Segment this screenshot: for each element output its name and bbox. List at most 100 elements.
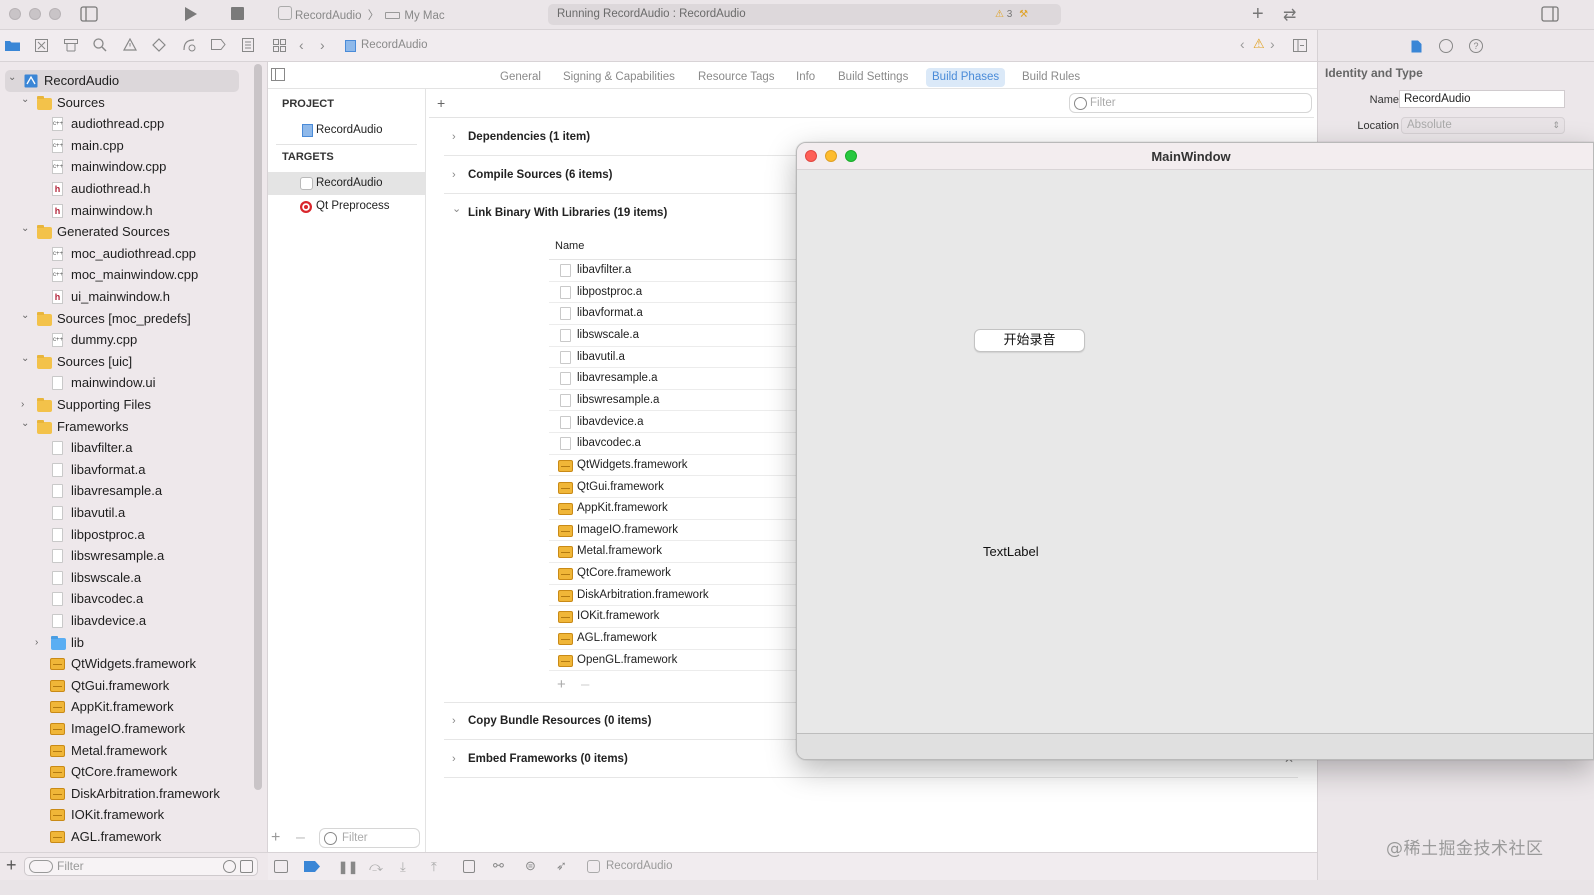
nav-item-recordaudio[interactable]: ⌄ RecordAudio: [5, 70, 239, 92]
start-recording-button[interactable]: 开始录音: [974, 329, 1085, 352]
library-row[interactable]: QtGui.framework: [549, 477, 797, 499]
library-row[interactable]: AGL.framework: [549, 628, 797, 650]
back-icon[interactable]: ‹: [299, 37, 304, 53]
warnings-indicator[interactable]: ⚠ 3 ⚒: [995, 4, 1028, 25]
nav-item-lib[interactable]: › lib: [0, 632, 260, 654]
next-issue-icon[interactable]: ›: [1270, 36, 1275, 52]
nav-item-moc-mainwindow-cpp[interactable]: c++ moc_mainwindow.cpp: [0, 264, 260, 286]
nav-item-audiothread-cpp[interactable]: c++ audiothread.cpp: [0, 113, 260, 135]
library-row[interactable]: libavresample.a: [549, 368, 797, 390]
chevron-down-icon[interactable]: ⌄: [21, 348, 31, 370]
tab-resource-tags[interactable]: Resource Tags: [692, 68, 781, 87]
chevron-down-icon[interactable]: ⌄: [21, 413, 31, 435]
library-row[interactable]: Metal.framework: [549, 541, 797, 564]
add-build-phase-button[interactable]: +: [437, 95, 445, 111]
step-over-icon[interactable]: ⤼: [369, 859, 383, 875]
nav-item-generated-sources[interactable]: ⌄ Generated Sources: [0, 221, 260, 243]
nav-item-mainwindow-h[interactable]: h mainwindow.h: [0, 200, 260, 222]
nav-item-libavformat-a[interactable]: libavformat.a: [0, 459, 260, 481]
tab-info[interactable]: Info: [790, 68, 821, 87]
library-row[interactable]: libavutil.a: [549, 347, 797, 369]
jump-bar-path[interactable]: RecordAudio: [361, 39, 427, 51]
nav-item-frameworks[interactable]: ⌄ Frameworks: [0, 416, 260, 438]
symbol-navigator-icon[interactable]: [64, 39, 78, 52]
library-row[interactable]: libavformat.a: [549, 303, 797, 325]
close-window-button[interactable]: [9, 8, 21, 20]
add-library-button[interactable]: +: [557, 676, 566, 693]
forward-icon[interactable]: ›: [320, 37, 325, 53]
library-row[interactable]: ImageIO.framework: [549, 520, 797, 542]
library-row[interactable]: OpenGL.framework: [549, 650, 797, 672]
test-navigator-icon[interactable]: [152, 38, 166, 52]
nav-item-imageio-framework[interactable]: ImageIO.framework: [0, 718, 260, 740]
nav-item-dummy-cpp[interactable]: c++ dummy.cpp: [0, 329, 260, 351]
environment-overrides-icon[interactable]: ⊜: [525, 858, 536, 874]
add-file-icon[interactable]: +: [6, 855, 17, 876]
nav-item-moc-audiothread-cpp[interactable]: c++ moc_audiothread.cpp: [0, 243, 260, 265]
nav-item-qtcore-framework[interactable]: QtCore.framework: [0, 761, 260, 783]
targets-filter-input[interactable]: Filter: [319, 828, 420, 848]
pause-icon[interactable]: ❚❚: [338, 860, 358, 874]
inspector-toggle-icon[interactable]: [1541, 6, 1559, 22]
breakpoints-toggle-icon[interactable]: [304, 861, 320, 872]
navigator-scrollbar[interactable]: [254, 64, 262, 790]
debug-process-label[interactable]: RecordAudio: [606, 860, 672, 872]
source-control-icon[interactable]: [35, 39, 48, 52]
nav-item-libavresample-a[interactable]: libavresample.a: [0, 480, 260, 502]
chevron-down-icon[interactable]: ⌄: [452, 190, 461, 228]
tab-general[interactable]: General: [494, 68, 547, 87]
remove-target-icon[interactable]: –: [296, 829, 305, 847]
chevron-down-icon[interactable]: ⌄: [21, 305, 31, 327]
chevron-right-icon[interactable]: ›: [452, 156, 456, 194]
library-row[interactable]: libpostproc.a: [549, 282, 797, 304]
debug-navigator-icon[interactable]: [182, 38, 196, 52]
nav-item-sources[interactable]: ⌄ Sources: [0, 92, 260, 114]
nav-item-ui-mainwindow-h[interactable]: h ui_mainwindow.h: [0, 286, 260, 308]
nav-item-diskarbitration-framework[interactable]: DiskArbitration.framework: [0, 783, 260, 805]
nav-item-libavcodec-a[interactable]: libavcodec.a: [0, 588, 260, 610]
nav-item-audiothread-h[interactable]: h audiothread.h: [0, 178, 260, 200]
qt-zoom-button[interactable]: [845, 150, 857, 162]
hide-targets-icon[interactable]: [271, 68, 285, 81]
nav-item-main-cpp[interactable]: c++ main.cpp: [0, 135, 260, 157]
target-item-qt-preprocess[interactable]: Qt Preprocess: [268, 195, 425, 218]
simulate-location-icon[interactable]: ➶: [556, 858, 567, 874]
related-items-icon[interactable]: [273, 39, 286, 52]
nav-item-libavfilter-a[interactable]: libavfilter.a: [0, 437, 260, 459]
sidebar-toggle-icon[interactable]: [80, 6, 98, 22]
find-navigator-icon[interactable]: [93, 38, 107, 52]
chevron-down-icon[interactable]: ⌄: [21, 89, 31, 111]
add-target-icon[interactable]: +: [271, 829, 280, 847]
project-navigator-icon[interactable]: [5, 39, 20, 51]
name-field[interactable]: RecordAudio: [1399, 90, 1565, 108]
nav-item-libpostproc-a[interactable]: libpostproc.a: [0, 524, 260, 546]
qt-close-button[interactable]: [805, 150, 817, 162]
recent-files-icon[interactable]: [223, 860, 236, 873]
library-row[interactable]: libavdevice.a: [549, 412, 797, 434]
library-row[interactable]: AppKit.framework: [549, 498, 797, 520]
file-inspector-icon[interactable]: [1411, 40, 1422, 53]
project-item[interactable]: RecordAudio: [268, 119, 425, 142]
navigator-filter-input[interactable]: Filter: [24, 857, 258, 876]
nav-item-sources-uic[interactable]: ⌄ Sources [uic]: [0, 351, 260, 373]
nav-item-supporting-files[interactable]: › Supporting Files: [0, 394, 260, 416]
nav-item-qtwidgets-framework[interactable]: QtWidgets.framework: [0, 653, 260, 675]
memory-graph-icon[interactable]: ⚯: [493, 858, 504, 874]
minimize-window-button[interactable]: [29, 8, 41, 20]
chevron-right-icon[interactable]: ›: [452, 702, 456, 740]
library-row[interactable]: QtCore.framework: [549, 563, 797, 585]
library-row[interactable]: libswscale.a: [549, 325, 797, 347]
nav-item-mainwindow-cpp[interactable]: c++ mainwindow.cpp: [0, 156, 260, 178]
nav-item-libswscale-a[interactable]: libswscale.a: [0, 567, 260, 589]
hide-debug-area-icon[interactable]: [274, 860, 288, 873]
tab-build-phases[interactable]: Build Phases: [926, 68, 1006, 87]
nav-item-qtgui-framework[interactable]: QtGui.framework: [0, 675, 260, 697]
nav-item-sources-moc-predefs[interactable]: ⌄ Sources [moc_predefs]: [0, 308, 260, 330]
location-select[interactable]: Absolute ⇕: [1401, 117, 1565, 134]
tab-signing-capabilities[interactable]: Signing & Capabilities: [557, 68, 681, 87]
nav-item-appkit-framework[interactable]: AppKit.framework: [0, 696, 260, 718]
qt-window-titlebar[interactable]: MainWindow: [797, 143, 1593, 170]
scheme-selector[interactable]: RecordAudio 〉 My Mac: [278, 6, 445, 23]
history-inspector-icon[interactable]: [1439, 39, 1453, 53]
library-row[interactable]: DiskArbitration.framework: [549, 585, 797, 607]
